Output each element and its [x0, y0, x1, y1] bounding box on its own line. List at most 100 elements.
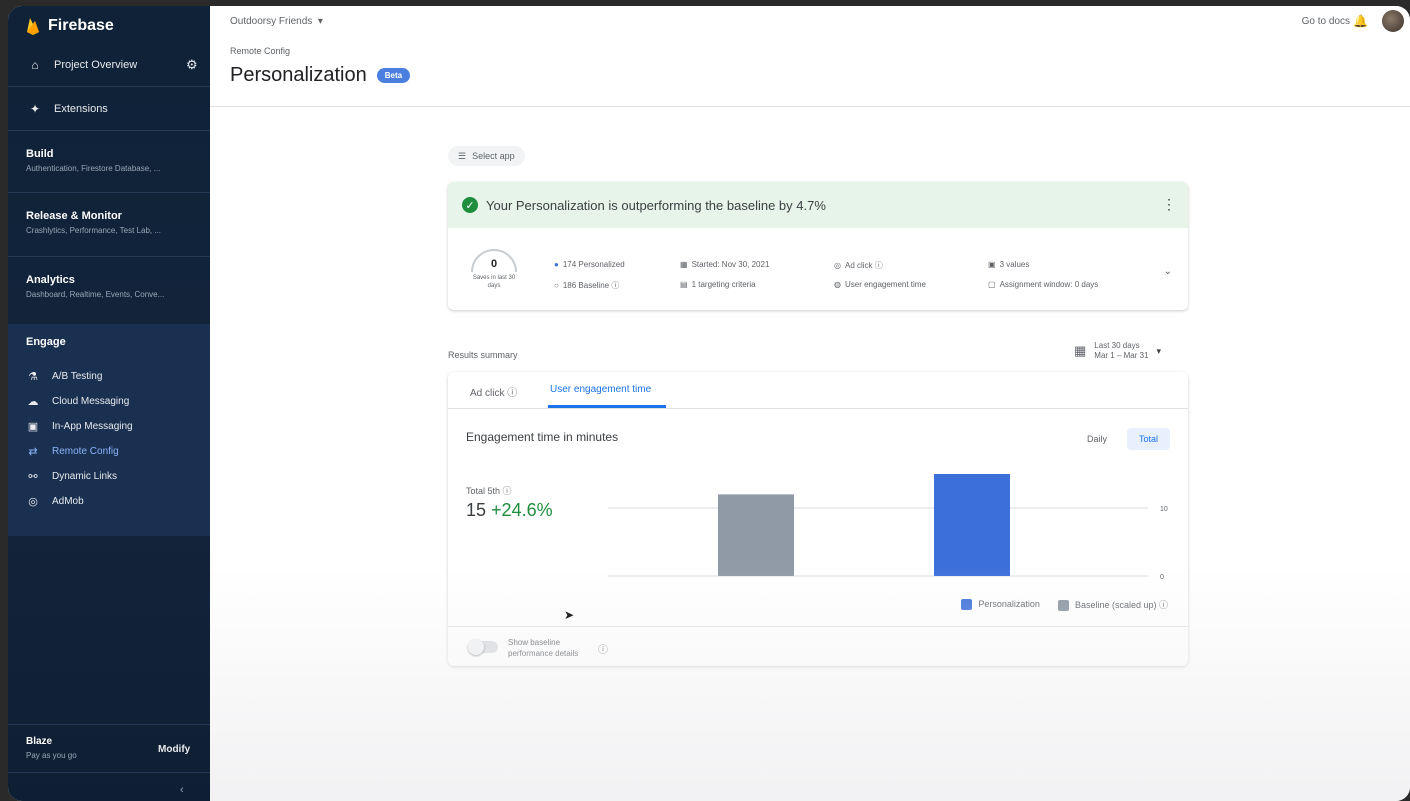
values-icon: ▣: [988, 260, 996, 269]
section-title: Analytics: [26, 274, 75, 286]
dot-icon: ●: [554, 260, 559, 269]
daily-option[interactable]: Daily: [1075, 428, 1119, 450]
daily-total-toggle: Daily Total: [1075, 428, 1170, 450]
plan-name: Blaze: [26, 736, 53, 747]
flask-icon: ⚗: [28, 371, 38, 383]
tab-ad-click[interactable]: Ad click ⓘ: [470, 384, 517, 399]
performance-banner: ✓ Your Personalization is outperforming …: [448, 182, 1188, 228]
sidebar-item-label: Cloud Messaging: [52, 396, 130, 407]
sidebar-section-build[interactable]: Build Authentication, Firestore Database…: [26, 148, 201, 173]
home-icon: ⌂: [31, 58, 39, 72]
meta-text: Ad click: [844, 261, 873, 270]
saves-gauge: 0 Saves in last 30 days: [466, 242, 522, 298]
help-icon[interactable]: ⓘ: [598, 641, 608, 656]
chevron-down-icon: ▾: [315, 16, 323, 27]
tab-user-engagement-time[interactable]: User engagement time: [550, 384, 651, 395]
bar-baseline[interactable]: [718, 494, 794, 576]
sidebar-divider: [8, 772, 210, 773]
modify-plan-button[interactable]: Modify: [158, 744, 190, 755]
calendar-icon: ▦: [1074, 343, 1087, 358]
more-vert-icon[interactable]: ⋮: [1162, 196, 1176, 213]
show-baseline-toggle[interactable]: [468, 639, 498, 655]
sidebar-item-label: Remote Config: [52, 446, 119, 457]
date-range-text: Last 30 days Mar 1 – Mar 31: [1094, 341, 1148, 361]
total-number: 15: [466, 500, 487, 520]
meta-text: Assignment window: 0 days: [999, 280, 1099, 289]
sidebar-item-cloud-messaging[interactable]: ☁ Cloud Messaging: [26, 395, 130, 408]
extensions-icon: ✦: [29, 102, 41, 116]
legend-baseline[interactable]: Baseline (scaled up) ⓘ: [1057, 598, 1168, 612]
admob-icon: ◎: [28, 496, 38, 508]
go-to-docs-link[interactable]: Go to docs: [1302, 16, 1350, 27]
select-app-filter[interactable]: ☰ Select app: [448, 146, 525, 166]
sidebar-item-label: A/B Testing: [52, 371, 103, 382]
total-change: +24.6%: [491, 500, 553, 520]
select-app-label: Select app: [472, 151, 515, 161]
project-selector[interactable]: Outdoorsy Friends ▾: [230, 16, 323, 27]
sidebar-item-label: AdMob: [52, 496, 84, 507]
chart-title: Engagement time in minutes: [466, 430, 619, 444]
sidebar-item-project-overview[interactable]: ⌂ Project Overview ⚙: [8, 54, 210, 76]
breadcrumb[interactable]: Remote Config: [230, 46, 290, 56]
collapse-sidebar-icon[interactable]: ‹: [180, 784, 184, 796]
date-range-line1: Last 30 days: [1094, 341, 1140, 350]
help-icon[interactable]: ⓘ: [873, 261, 883, 270]
sidebar-item-label: Dynamic Links: [52, 471, 118, 482]
meta-text: 1 targeting criteria: [691, 280, 756, 289]
project-name: Outdoorsy Friends: [230, 16, 313, 27]
show-baseline-label: Show baseline performance details: [508, 638, 579, 658]
checkbox-icon: [961, 599, 973, 611]
dropdown-arrow-icon: ▾: [1156, 345, 1162, 356]
mouse-cursor-icon: ➤: [564, 608, 575, 622]
meta-assignment: ▢ Assignment window: 0 days: [988, 280, 1098, 289]
engagement-bar-chart: 0 10: [608, 474, 1168, 581]
dot-icon: ○: [554, 281, 559, 290]
total-value: 15 +24.6%: [466, 500, 553, 521]
help-icon[interactable]: ⓘ: [609, 281, 619, 290]
goal-icon: ◎: [834, 261, 841, 270]
avatar[interactable]: [1382, 10, 1404, 32]
meta-values: ▣ 3 values: [988, 260, 1029, 269]
help-icon: ⓘ: [1156, 600, 1168, 610]
y-tick-label: 10: [1160, 506, 1168, 513]
sidebar: Firebase ⌂ Project Overview ⚙ ✦ Extensio…: [8, 6, 210, 801]
expand-chevron-icon[interactable]: ⌄: [1164, 266, 1172, 277]
link-icon: ⚯: [28, 471, 38, 483]
summary-card: ✓ Your Personalization is outperforming …: [448, 182, 1188, 310]
sidebar-section-release-monitor[interactable]: Release & Monitor Crashlytics, Performan…: [26, 210, 201, 235]
in-app-messaging-icon: ▣: [27, 421, 39, 433]
remote-config-icon: ⇄: [28, 446, 38, 458]
app-window: Firebase ⌂ Project Overview ⚙ ✦ Extensio…: [8, 6, 1410, 801]
help-icon[interactable]: ⓘ: [500, 486, 512, 496]
sidebar-section-analytics[interactable]: Analytics Dashboard, Realtime, Events, C…: [26, 274, 201, 299]
gear-icon[interactable]: ⚙: [186, 57, 198, 73]
meta-text: 174 Personalized: [562, 260, 625, 269]
sidebar-item-in-app-messaging[interactable]: ▣ In-App Messaging: [26, 420, 133, 433]
calendar-icon: ▦: [680, 260, 688, 269]
sidebar-item-remote-config[interactable]: ⇄ Remote Config: [26, 445, 119, 458]
sidebar-divider: [8, 130, 210, 131]
engage-title[interactable]: Engage: [26, 336, 66, 348]
meta-targeting: ▤ 1 targeting criteria: [680, 280, 756, 289]
tab-label: Ad click: [470, 388, 505, 399]
sidebar-item-dynamic-links[interactable]: ⚯ Dynamic Links: [26, 470, 117, 483]
notifications-icon[interactable]: 🔔: [1353, 14, 1368, 28]
legend-personalization[interactable]: Personalization: [961, 599, 1040, 611]
baseline-details-row: Show baseline performance details ⓘ: [448, 626, 1188, 666]
gauge-label: Saves in last 30 days: [472, 275, 516, 289]
date-range-picker[interactable]: ▦ Last 30 days Mar 1 – Mar 31 ▾: [1074, 341, 1161, 361]
meta-engagement: ◍ User engagement time: [834, 280, 926, 289]
section-title: Release & Monitor: [26, 210, 122, 222]
sidebar-item-ab-testing[interactable]: ⚗ A/B Testing: [26, 370, 102, 383]
total-option[interactable]: Total: [1126, 428, 1170, 450]
chart-legend: Personalization Baseline (scaled up) ⓘ: [961, 598, 1168, 612]
sidebar-divider: [8, 86, 210, 87]
total-label-text: Total 5th: [466, 486, 501, 496]
meta-baseline: ○ 186 Baseline ⓘ: [554, 280, 619, 291]
section-subtitle: Dashboard, Realtime, Events, Conve...: [26, 290, 165, 299]
sidebar-item-extensions[interactable]: ✦ Extensions: [8, 98, 210, 120]
brand[interactable]: Firebase: [26, 14, 114, 38]
legend-label: Personalization: [978, 599, 1040, 609]
bar-personalization[interactable]: [934, 474, 1010, 576]
sidebar-item-admob[interactable]: ◎ AdMob: [26, 495, 84, 508]
